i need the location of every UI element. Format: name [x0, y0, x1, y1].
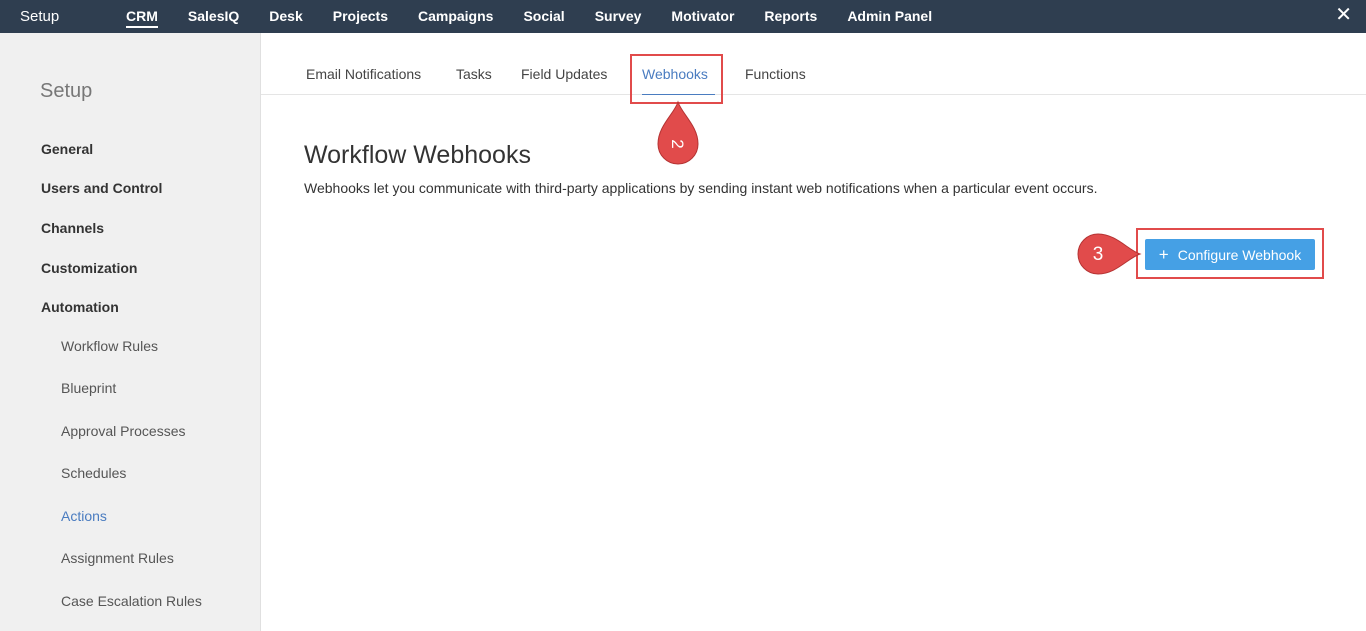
close-icon[interactable]: ✕ — [1335, 5, 1352, 25]
sidebar-item-blueprint[interactable]: Blueprint — [61, 380, 116, 396]
nav-projects[interactable]: Projects — [333, 0, 388, 33]
nav-campaigns[interactable]: Campaigns — [418, 0, 493, 33]
page-description: Webhooks let you communicate with third-… — [304, 180, 1098, 196]
sidebar-item-channels[interactable]: Channels — [41, 220, 104, 236]
nav-crm[interactable]: CRM — [126, 0, 158, 33]
sidebar-item-customization[interactable]: Customization — [41, 260, 137, 276]
nav-salesiq[interactable]: SalesIQ — [188, 0, 239, 33]
sidebar-title: Setup — [40, 80, 93, 102]
top-navigation-bar: Setup CRM SalesIQ Desk Projects Campaign… — [0, 0, 1366, 33]
nav-reports[interactable]: Reports — [764, 0, 817, 33]
sidebar-item-approval-processes[interactable]: Approval Processes — [61, 423, 186, 439]
annotation-highlight-webhooks-tab — [630, 54, 723, 104]
tab-field-updates[interactable]: Field Updates — [521, 66, 607, 82]
nav-desk[interactable]: Desk — [269, 0, 302, 33]
tab-functions[interactable]: Functions — [745, 66, 806, 82]
annotation-step-3-marker: 3 — [1077, 233, 1142, 275]
sidebar-item-workflow-rules[interactable]: Workflow Rules — [61, 338, 158, 354]
nav-social[interactable]: Social — [523, 0, 564, 33]
sidebar-item-assignment-rules[interactable]: Assignment Rules — [61, 550, 174, 566]
sidebar-item-case-escalation-rules[interactable]: Case Escalation Rules — [61, 593, 202, 609]
setup-sidebar: Setup General Users and Control Channels… — [0, 33, 261, 631]
sidebar-item-automation[interactable]: Automation — [41, 299, 119, 315]
annotation-step-2-marker: 2 — [657, 100, 699, 165]
annotation-step-2-label: 2 — [668, 139, 687, 148]
page-title: Workflow Webhooks — [304, 141, 531, 169]
tab-email-notifications[interactable]: Email Notifications — [306, 66, 421, 82]
product-nav: CRM SalesIQ Desk Projects Campaigns Soci… — [126, 0, 962, 33]
sidebar-item-users-and-control[interactable]: Users and Control — [41, 180, 162, 196]
sidebar-item-schedules[interactable]: Schedules — [61, 465, 126, 481]
sidebar-item-actions[interactable]: Actions — [61, 508, 107, 524]
sidebar-item-general[interactable]: General — [41, 141, 93, 157]
annotation-highlight-configure-button — [1136, 228, 1324, 279]
setup-label: Setup — [20, 8, 60, 25]
nav-motivator[interactable]: Motivator — [671, 0, 734, 33]
actions-tabs: Email Notifications Tasks Field Updates … — [261, 33, 1366, 95]
nav-survey[interactable]: Survey — [595, 0, 642, 33]
tab-tasks[interactable]: Tasks — [456, 66, 492, 82]
annotation-step-3-label: 3 — [1093, 244, 1104, 265]
nav-admin-panel[interactable]: Admin Panel — [847, 0, 932, 33]
